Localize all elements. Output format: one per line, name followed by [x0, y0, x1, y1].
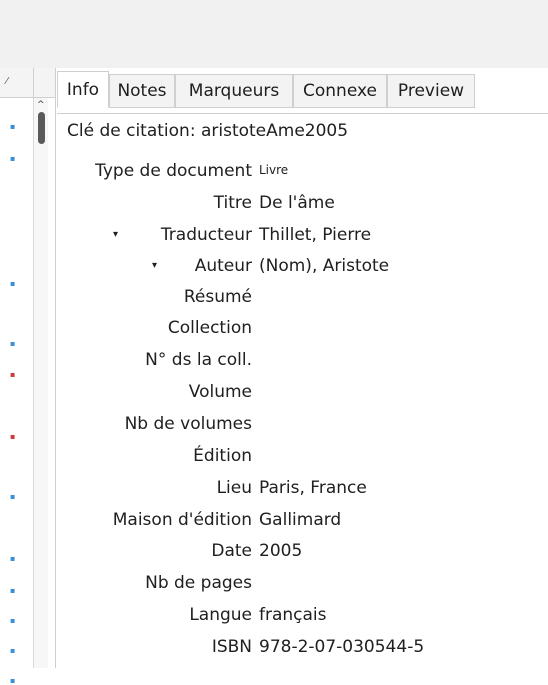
field-row-language: Langue français	[0, 605, 548, 636]
document-item-icon[interactable]: ▪	[10, 676, 15, 685]
tab-marqueurs[interactable]: Marqueurs	[175, 74, 293, 108]
tab-preview[interactable]: Preview	[387, 74, 475, 108]
document-item-icon[interactable]: ▪	[10, 122, 15, 131]
field-value[interactable]: De l'âme	[259, 193, 335, 213]
field-row-volume: Volume	[0, 382, 548, 413]
field-label: Date	[211, 541, 252, 561]
field-label: Maison d'édition	[112, 510, 252, 530]
item-type-select[interactable]: Livre	[259, 163, 288, 177]
field-label: Nb de pages	[145, 573, 252, 593]
creator-name-field[interactable]: (Nom), Aristote	[259, 256, 389, 276]
column-header-title[interactable]: ⁄	[0, 68, 34, 98]
tab-bar-divider	[57, 113, 548, 114]
field-label: Titre	[213, 193, 252, 213]
field-row-author: ▾ Auteur (Nom), Aristote	[0, 256, 548, 287]
creator-type-dropdown-icon[interactable]: ▾	[152, 260, 157, 271]
field-value[interactable]: 2005	[259, 541, 302, 561]
field-label: Lieu	[216, 478, 252, 498]
field-value[interactable]: 978-2-07-030544-5	[259, 637, 424, 657]
field-label: Résumé	[183, 287, 252, 307]
field-label: Langue	[189, 605, 252, 625]
title-bar-area	[0, 0, 548, 34]
field-label: Collection	[167, 318, 252, 338]
field-row-title: Titre De l'âme	[0, 193, 548, 224]
field-row-series-number: N° ds la coll.	[0, 350, 548, 381]
tab-notes[interactable]: Notes	[109, 74, 175, 108]
citation-key: Clé de citation: aristoteAme2005	[67, 121, 349, 141]
creator-name-field[interactable]: Thillet, Pierre	[259, 225, 371, 245]
tab-connexe[interactable]: Connexe	[293, 74, 387, 108]
column-header-icon: ⁄	[6, 76, 8, 87]
field-row-isbn: ISBN 978-2-07-030544-5	[0, 637, 548, 668]
creator-type-dropdown-icon[interactable]: ▾	[113, 229, 118, 240]
field-value[interactable]: Gallimard	[259, 510, 341, 530]
field-value[interactable]: Paris, France	[259, 478, 367, 498]
field-row-date: Date 2005	[0, 541, 548, 572]
field-row-num-volumes: Nb de volumes	[0, 414, 548, 445]
creator-type-label[interactable]: Auteur	[195, 256, 252, 276]
field-label: ISBN	[211, 637, 252, 657]
toolbar: ⤡ ➡⌄	[0, 34, 548, 100]
list-column-header: ⁄	[0, 68, 56, 98]
field-row-series: Collection	[0, 318, 548, 349]
field-label: N° ds la coll.	[145, 350, 252, 370]
field-row-edition: Édition	[0, 446, 548, 477]
creator-type-label[interactable]: Traducteur	[161, 225, 252, 245]
field-value[interactable]: français	[259, 605, 327, 625]
field-label: Édition	[193, 446, 252, 466]
field-row-abstract: Résumé	[0, 287, 548, 318]
field-row-type: Type de document Livre	[0, 161, 548, 192]
scrollbar-thumb[interactable]	[38, 112, 45, 144]
field-label: Volume	[188, 382, 252, 402]
field-label: Type de document	[95, 161, 252, 181]
field-row-translator: ▾ Traducteur Thillet, Pierre	[0, 225, 548, 256]
field-row-place: Lieu Paris, France	[0, 478, 548, 509]
tab-info[interactable]: Info	[57, 71, 109, 108]
scroll-up-icon[interactable]: ^	[37, 100, 45, 110]
field-label: Nb de volumes	[124, 414, 252, 434]
field-row-publisher: Maison d'édition Gallimard	[0, 510, 548, 541]
field-row-pages: Nb de pages	[0, 573, 548, 604]
